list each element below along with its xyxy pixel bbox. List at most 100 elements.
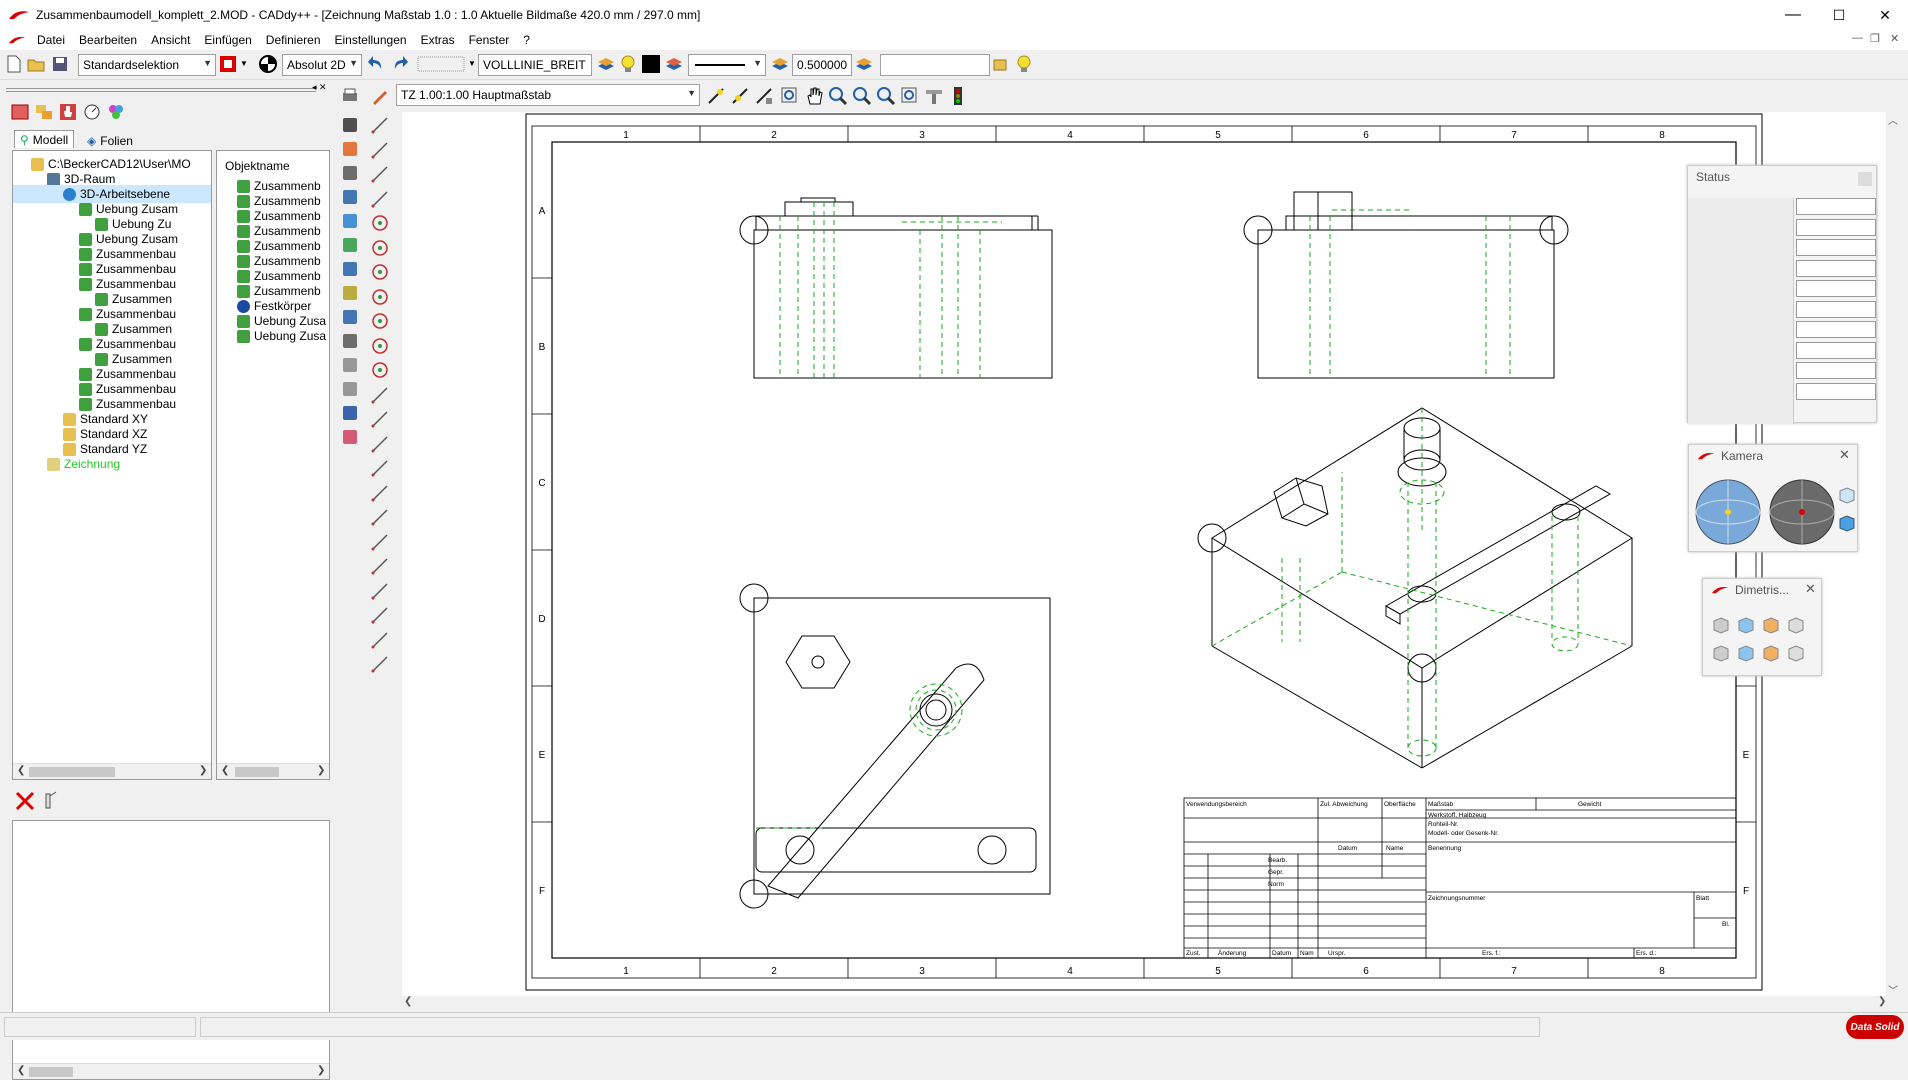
dimetric-cube-icon[interactable] [1786,615,1806,635]
point-icon[interactable] [370,385,390,405]
circle-icon[interactable] [370,360,390,380]
hatch-icon[interactable] [340,355,360,375]
model-view-icon[interactable] [10,102,30,122]
cube-view-icon[interactable] [1837,485,1857,505]
side-view[interactable] [1243,191,1569,379]
edit-tools-icon[interactable] [340,163,360,183]
menu-fenster[interactable]: Fenster [462,33,517,47]
object-hscrollbar[interactable]: ❮ ❯ [217,763,329,779]
coordinate-origin-icon[interactable] [258,54,278,74]
layer-manager-icon[interactable] [992,54,1012,74]
layers-color-icon[interactable] [106,102,126,122]
zoom-window-icon[interactable] [780,86,800,106]
mdi-restore-icon[interactable]: ❐ [1870,32,1880,45]
hand-select-icon[interactable] [58,102,78,122]
box3d-icon[interactable] [370,556,390,576]
save-icon[interactable] [50,54,70,74]
maximize-button[interactable]: ☐ [1816,0,1862,30]
text-icon[interactable] [340,307,360,327]
dimetric-close-icon[interactable]: ✕ [1805,581,1816,597]
circle-2p-icon[interactable] [370,238,390,258]
grid-pattern-icon[interactable] [416,54,466,74]
dimension-icon[interactable] [340,259,360,279]
tab-modell[interactable]: ⚲ Modell [14,130,75,148]
grid-dropdown-icon[interactable]: ▼ [468,59,476,68]
menu-einstellungen[interactable]: Einstellungen [328,33,414,47]
panel-pin-icon[interactable]: ◂ ✕ [312,82,327,93]
arc-3p-icon[interactable] [370,336,390,356]
info-icon[interactable] [340,403,360,423]
text-style-icon[interactable] [340,331,360,351]
hscroll-left-icon[interactable]: ❮ [404,996,412,1007]
hatch-pattern-icon[interactable] [340,379,360,399]
dimetric-cube-icon[interactable] [1761,615,1781,635]
line-width-layer-icon[interactable] [770,54,790,74]
redraw-icon[interactable] [924,86,944,106]
drawing-canvas[interactable]: 12345678 12345678 ABCDEF ABCDEF [402,112,1898,997]
title-block[interactable] [1183,797,1737,959]
tab-folien[interactable]: ◈ Folien [82,132,138,150]
pick-color-icon[interactable] [218,54,238,74]
circle-radius-icon[interactable] [370,287,390,307]
top-view[interactable] [739,583,1051,909]
zoom-extents-icon[interactable] [900,86,920,106]
new-file-icon[interactable] [4,54,24,74]
select-arrow-icon[interactable] [340,115,360,135]
parallel-icon[interactable] [370,507,390,527]
mdi-close-icon[interactable]: ✕ [1890,32,1899,45]
pen-layer-icon[interactable] [664,54,684,74]
rectangle-icon[interactable] [370,189,390,209]
panel-grip[interactable] [6,88,316,92]
orbit-globe-icon[interactable] [1693,477,1763,547]
coordinate-mode-select[interactable]: Absolut 2D ▼ [282,54,362,76]
open-folder-icon[interactable] [26,54,46,74]
pen-settings-icon[interactable] [370,86,390,106]
line-icon[interactable] [370,140,390,160]
contour-icon[interactable] [370,532,390,552]
measure-icon[interactable] [754,86,774,106]
bulb-toggle-icon[interactable] [1014,54,1034,74]
menu-datei[interactable]: Datei [30,33,72,47]
line-type-field[interactable]: VOLLLINIE_BREIT [478,54,592,76]
selection-mode-select[interactable]: Standardselektion ▼ [78,54,216,76]
front-view[interactable] [739,197,1053,379]
dimetric-cube-icon[interactable] [1736,615,1756,635]
cube-shaded-icon[interactable] [1837,513,1857,533]
menu-einfuegen[interactable]: Einfügen [197,33,258,47]
circle-center-icon[interactable] [370,213,390,233]
close-button[interactable]: ✕ [1862,0,1908,30]
properties-icon[interactable] [82,102,102,122]
mdi-minimize-icon[interactable]: — [1852,32,1863,44]
line-width-field[interactable]: 0.500000 [792,54,852,76]
delete-filter-icon[interactable] [14,790,36,812]
status-close-icon[interactable] [1858,172,1872,186]
dimetric-cube-icon[interactable] [1786,643,1806,663]
snap-point-icon[interactable] [730,86,750,106]
width-layer-icon[interactable] [854,54,874,74]
pick-dropdown-icon[interactable]: ▼ [240,59,248,68]
menu-extras[interactable]: Extras [414,33,462,47]
tree-item[interactable]: Zeichnung [47,455,120,473]
ellipse-icon[interactable] [370,409,390,429]
layer-icon[interactable] [596,54,616,74]
object-list-item[interactable]: Uebung Zusa [237,327,326,345]
tree-hscrollbar[interactable]: ❮ ❯ [13,763,211,779]
menu-definieren[interactable]: Definieren [259,33,328,47]
pointer-icon[interactable] [370,115,390,135]
offset-icon[interactable] [370,605,390,625]
layer-name-field[interactable] [880,54,990,76]
dimetric-cube-icon[interactable] [1761,643,1781,663]
trim-icon[interactable] [340,187,360,207]
camera-close-icon[interactable]: ✕ [1839,447,1850,463]
isometric-view[interactable] [1197,407,1633,769]
zoom-in-icon[interactable] [828,86,848,106]
line-style-select[interactable]: ▼ [688,54,766,76]
color-black-swatch[interactable] [642,55,660,73]
arc-icon[interactable] [370,311,390,331]
lightbulb-icon[interactable] [618,54,638,74]
extrude-icon[interactable] [370,581,390,601]
scale-select[interactable]: TZ 1.00:1.00 Hauptmaßstab ▼ [396,84,700,106]
print-icon[interactable] [340,86,360,106]
menu-help[interactable]: ? [516,33,537,47]
minimize-button[interactable]: — [1770,0,1816,30]
